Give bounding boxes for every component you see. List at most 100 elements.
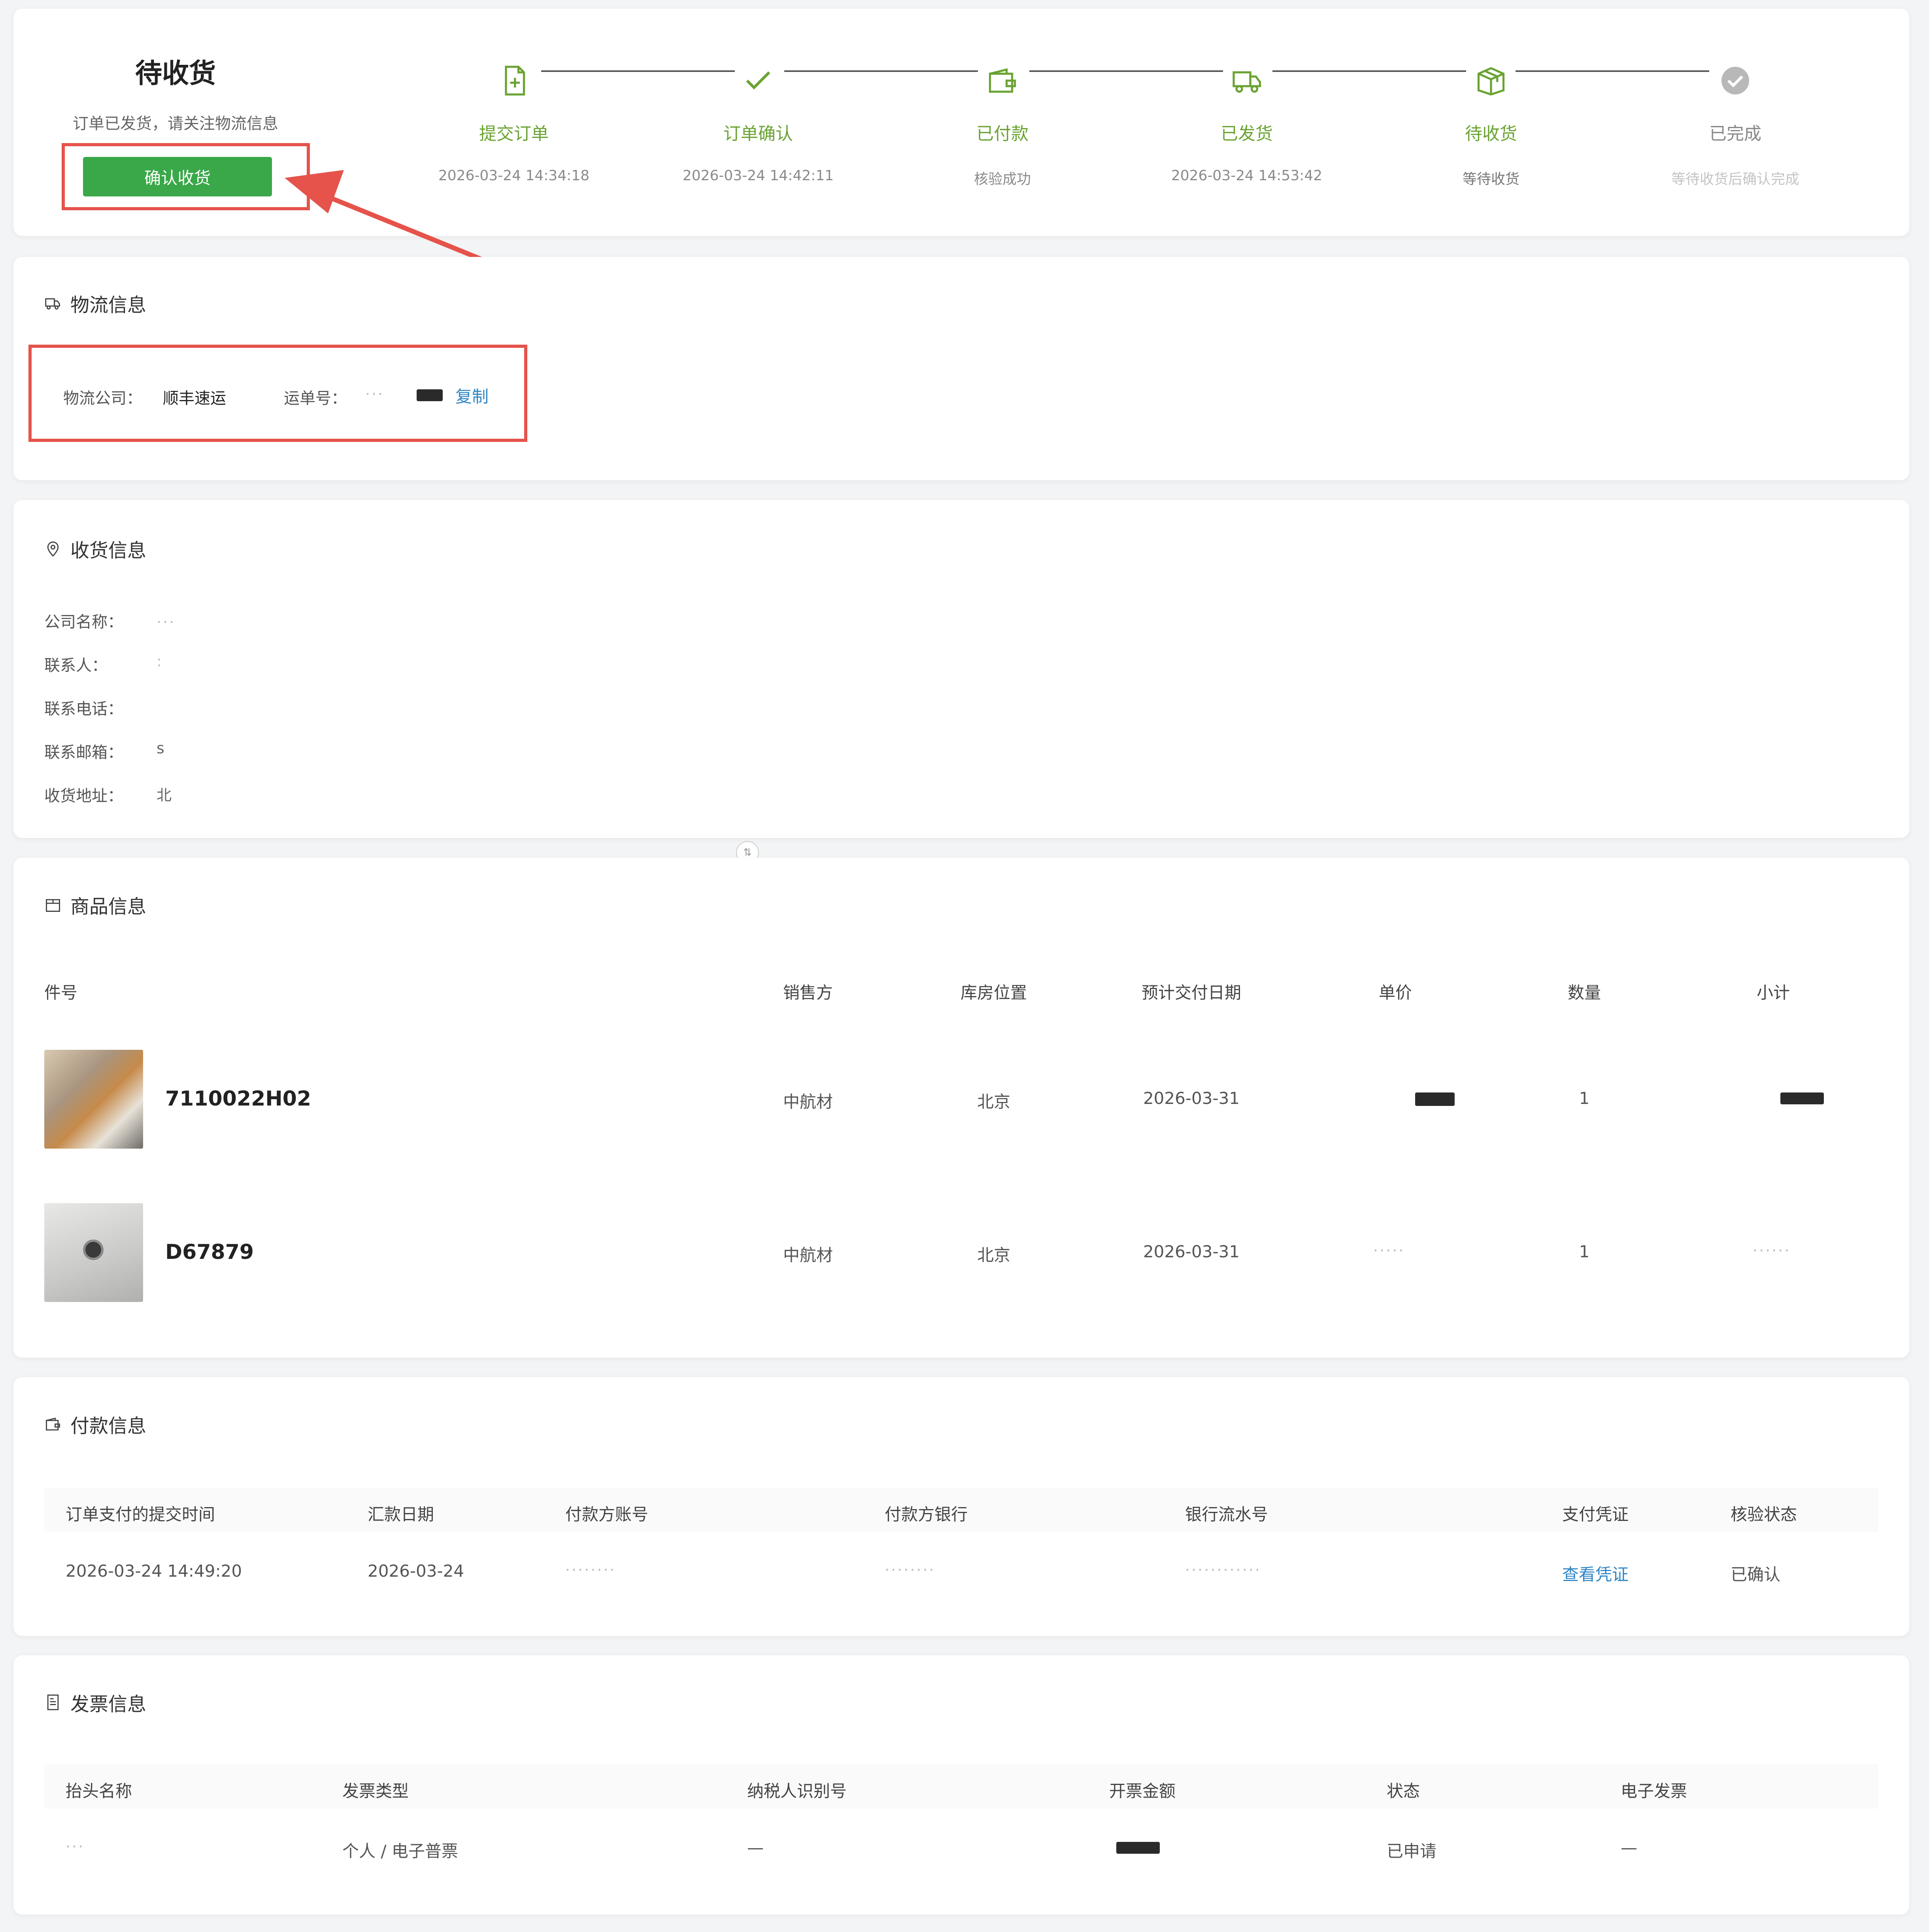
truck-icon (45, 298, 60, 310)
copy-tracking-link[interactable]: 复制 (455, 383, 489, 408)
invoice-card: 发票信息 抬头名称 发票类型 纳税人识别号 开票金额 状态 电子发票 ··· 个… (13, 1655, 1909, 1915)
column-header: 电子发票 (1621, 1781, 1687, 1801)
product-thumbnail[interactable] (44, 1050, 143, 1149)
quantity: 1 (1579, 1242, 1590, 1261)
step-time: 核验成功 (974, 171, 1031, 187)
invoice-type: 个人 / 电子普票 (342, 1841, 458, 1861)
column-header: 支付凭证 (1562, 1505, 1629, 1524)
part-number[interactable]: D67879 (165, 1240, 254, 1264)
column-header: 汇款日期 (368, 1505, 434, 1524)
step-label: 已发货 (1221, 124, 1273, 144)
check-icon (746, 71, 770, 90)
logistics-company-value: 顺丰速运 (163, 389, 226, 408)
seller: 中航材 (783, 1092, 833, 1111)
delivery-date: 2026-03-31 (1143, 1089, 1240, 1108)
order-status-card: 待收货 订单已发货，请关注物流信息 确认收货 提交订单 2026-03-24 1… (13, 9, 1909, 236)
phone-label: 联系电话： (44, 700, 123, 718)
step-time: 等待收货后确认完成 (1671, 171, 1799, 187)
confirm-receipt-button[interactable]: 确认收货 (83, 157, 272, 196)
e-invoice: — (1621, 1838, 1637, 1857)
column-header: 库房位置 (960, 983, 1027, 1002)
step-time: 2026-03-24 14:53:42 (1171, 168, 1323, 184)
column-header: 开票金额 (1109, 1781, 1176, 1801)
wallet-icon (989, 68, 1016, 93)
receiver-title: 收货信息 (44, 535, 146, 562)
invoice-document-icon (47, 1694, 59, 1710)
column-header: 纳税人识别号 (747, 1781, 847, 1801)
unit-price-redacted: ····· (1373, 1242, 1405, 1259)
column-header: 件号 (44, 983, 78, 1002)
view-voucher-link[interactable]: 查看凭证 (1562, 1561, 1629, 1585)
payment-card: 付款信息 订单支付的提交时间 汇款日期 付款方账号 付款方银行 银行流水号 支付… (13, 1377, 1909, 1636)
step-time: 2026-03-24 14:42:11 (682, 168, 834, 184)
contact-label: 联系人： (44, 657, 108, 675)
product-part-shape (83, 1240, 104, 1260)
product-thumbnail[interactable] (44, 1203, 143, 1302)
invoice-amount-redaction (1116, 1842, 1160, 1854)
wallet-icon (46, 1417, 60, 1431)
column-header: 银行流水号 (1185, 1505, 1268, 1524)
section-title-text: 商品信息 (70, 896, 147, 918)
invoice-table-header-bg (44, 1764, 1878, 1809)
warehouse: 北京 (977, 1245, 1010, 1265)
tracking-number-redaction (417, 389, 443, 401)
contact-value: : (157, 653, 163, 670)
part-number[interactable]: 7110022H02 (165, 1087, 311, 1111)
verification-status: 已确认 (1731, 1565, 1781, 1584)
step-connector (1516, 70, 1709, 72)
payer-bank-redacted: ········ (885, 1561, 936, 1579)
truck-icon (1233, 71, 1261, 93)
column-header: 付款方账号 (565, 1505, 649, 1524)
column-header: 发票类型 (342, 1781, 409, 1801)
subtotal-redaction (1780, 1092, 1824, 1104)
section-title-text: 发票信息 (70, 1693, 147, 1715)
step-connector (541, 70, 735, 72)
bank-serial-redacted: ············ (1185, 1561, 1261, 1579)
address-value: 北 (157, 787, 174, 804)
step-time: 2026-03-24 14:34:18 (438, 168, 590, 184)
check-circle-icon (1721, 67, 1749, 94)
step-connector (784, 70, 978, 72)
document-plus-icon (505, 66, 525, 96)
step-label: 待收货 (1465, 124, 1517, 144)
tracking-number-label: 运单号： (284, 389, 347, 408)
column-header: 单价 (1378, 983, 1412, 1002)
column-header: 付款方银行 (885, 1505, 968, 1524)
email-value: s (157, 740, 166, 757)
products-card: 商品信息 件号 销售方 库房位置 预计交付日期 单价 数量 小计 7110022… (13, 858, 1909, 1358)
warehouse: 北京 (977, 1092, 1010, 1111)
invoice-status: 已申请 (1387, 1841, 1437, 1861)
logistics-company-label: 物流公司： (63, 389, 142, 408)
remit-date: 2026-03-24 (368, 1561, 464, 1581)
column-header: 预计交付日期 (1141, 983, 1241, 1002)
subtotal-redacted: ······ (1753, 1242, 1791, 1259)
section-title-text: 付款信息 (70, 1415, 147, 1437)
step-label: 已付款 (976, 124, 1029, 144)
unit-price-redaction (1415, 1092, 1455, 1106)
company-name-value: ... (157, 609, 176, 626)
section-title-text: 收货信息 (70, 540, 147, 562)
taxpayer-id: — (747, 1838, 764, 1857)
tracking-number-redacted: ··· (365, 385, 385, 403)
step-label: 订单确认 (723, 124, 793, 144)
status-subtitle: 订单已发货，请关注物流信息 (73, 115, 278, 133)
step-time: 等待收货 (1462, 171, 1519, 187)
invoice-title: 发票信息 (44, 1689, 146, 1716)
confirm-receipt-button-label: 确认收货 (144, 168, 211, 188)
package-icon (1477, 67, 1505, 96)
seller: 中航材 (783, 1245, 833, 1265)
column-header: 数量 (1567, 983, 1601, 1002)
company-name-label: 公司名称： (44, 613, 123, 631)
address-label: 收货地址： (44, 787, 123, 805)
receiver-card: 收货信息 公司名称： ... 联系人： : 联系电话： 联系邮箱： s 收货地址… (13, 500, 1909, 838)
delivery-date: 2026-03-31 (1143, 1242, 1240, 1261)
column-header: 状态 (1387, 1781, 1420, 1801)
products-title: 商品信息 (44, 891, 146, 919)
payment-title: 付款信息 (44, 1410, 146, 1438)
column-header: 核验状态 (1731, 1505, 1797, 1524)
logistics-title: 物流信息 (44, 289, 146, 317)
section-title-text: 物流信息 (70, 294, 147, 316)
step-label: 提交订单 (479, 124, 549, 144)
step-connector (1272, 70, 1466, 72)
invoice-header-name-redacted: ··· (66, 1838, 85, 1855)
